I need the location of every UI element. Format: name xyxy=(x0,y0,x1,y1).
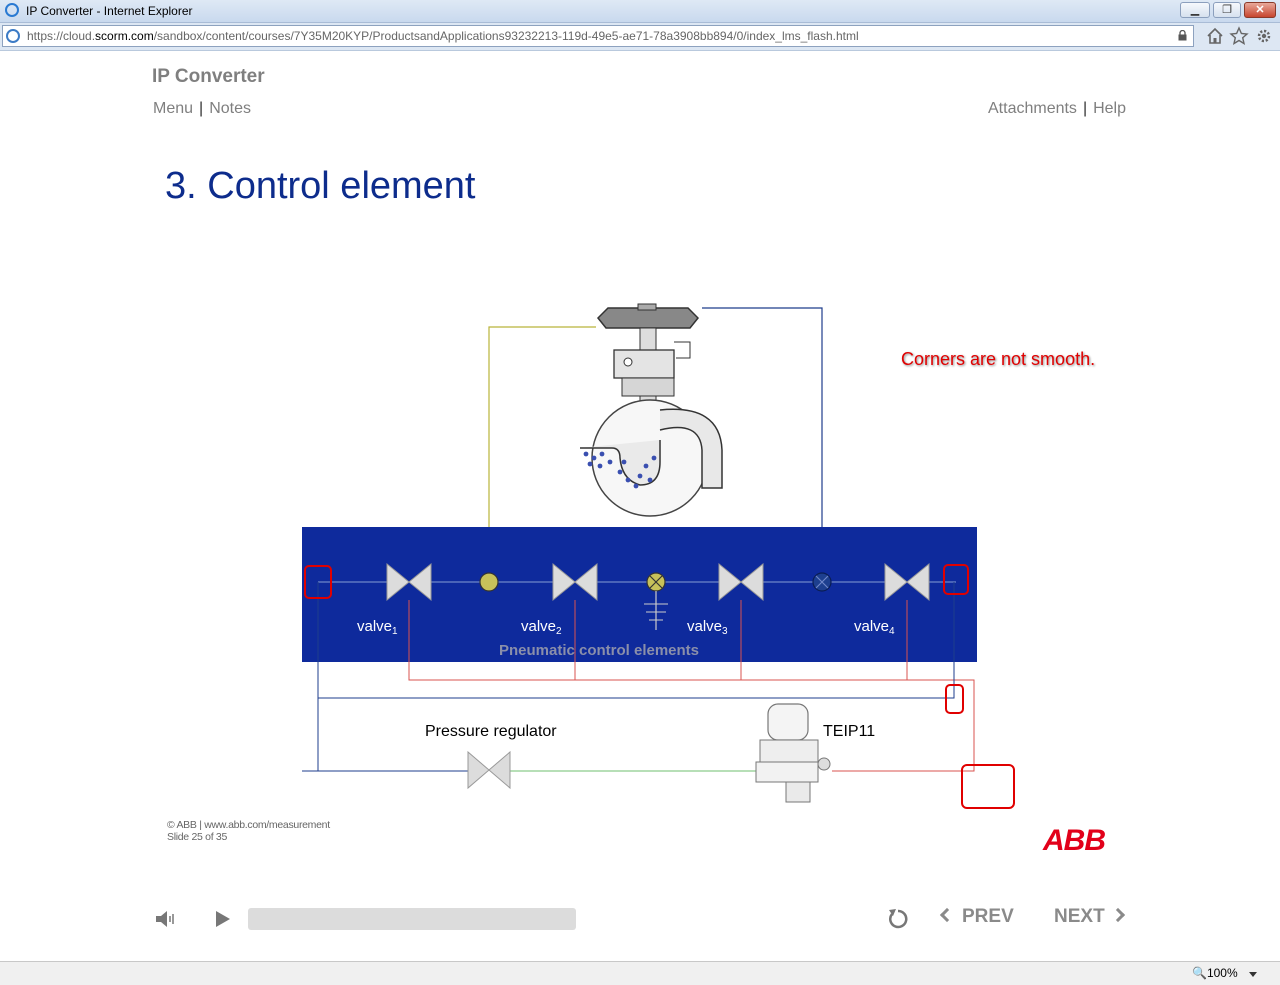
progress-bar[interactable] xyxy=(248,908,576,930)
junction-node xyxy=(479,572,499,592)
copyright-text: © ABB | www.abb.com/measurement xyxy=(167,819,330,831)
prev-button[interactable]: PREV xyxy=(939,906,1014,928)
control-valve-illustration xyxy=(580,303,723,517)
output-node xyxy=(812,572,832,592)
pneumatic-block-label: Pneumatic control elements xyxy=(499,642,699,659)
slide-counter: Slide 25 of 35 xyxy=(167,831,228,843)
replay-icon[interactable] xyxy=(886,906,910,932)
review-annotation: Corners are not smooth. xyxy=(901,349,1096,369)
valve-3-label: valve3 xyxy=(687,618,728,637)
teip11-label: TEIP11 xyxy=(823,723,875,740)
valve-1-label: valve1 xyxy=(357,618,398,637)
next-label: NEXT xyxy=(1054,906,1105,927)
zoom-control[interactable]: 🔍100% xyxy=(1192,966,1238,980)
chevron-left-icon xyxy=(939,907,955,923)
speaker-icon[interactable] xyxy=(154,908,176,930)
abb-logo: ABB xyxy=(1043,824,1106,857)
status-bar: 🔍100% xyxy=(0,961,1280,985)
chevron-right-icon xyxy=(1110,907,1125,923)
valve-2-label: valve2 xyxy=(521,618,562,637)
pressure-regulator-symbol xyxy=(467,750,511,790)
teip11-device xyxy=(755,703,831,803)
chevron-down-icon[interactable] xyxy=(1249,972,1257,977)
zoom-level: 100% xyxy=(1206,966,1238,980)
play-icon[interactable] xyxy=(212,908,232,930)
valve-4-label: valve4 xyxy=(854,618,895,637)
prev-label: PREV xyxy=(962,906,1014,927)
slide-footer: © ABB | www.abb.com/measurement Slide 25… xyxy=(167,819,330,843)
zoom-icon: 🔍 xyxy=(1192,966,1207,980)
pressure-regulator-label: Pressure regulator xyxy=(425,723,557,740)
next-button[interactable]: NEXT xyxy=(1054,906,1125,928)
